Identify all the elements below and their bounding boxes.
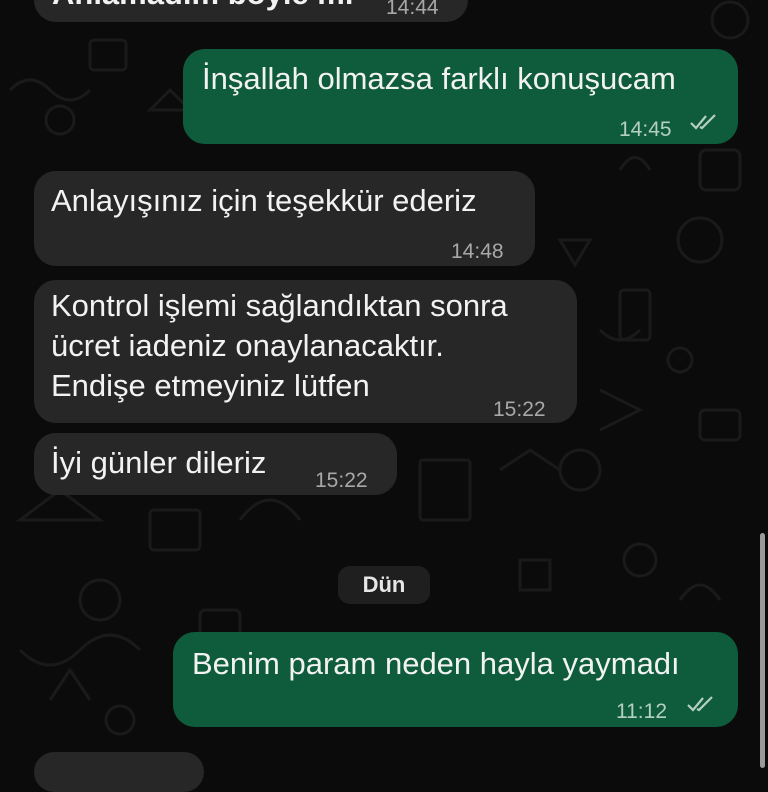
message-time: 14:45 [619, 118, 672, 141]
message-text: İnşallah olmazsa farklı konuşucam [202, 61, 676, 96]
message-bubble-incoming[interactable]: Anlayışınız için teşekkür ederiz 14:48 [34, 171, 535, 266]
double-check-icon [687, 696, 713, 712]
message-text-line-2: ücret iadeniz onaylanacaktır. [51, 328, 444, 363]
message-time: 11:12 [616, 700, 667, 723]
date-separator-label: Dün [362, 572, 406, 597]
message-time: 14:44 [386, 0, 439, 19]
message-bubble-incoming[interactable]: Kontrol işlemi sağlandıktan sonra ücret … [34, 280, 577, 423]
scrollbar[interactable] [760, 533, 765, 768]
message-time: 15:22 [315, 469, 368, 492]
message-bubble-incoming[interactable]: Anlamadım boyle mi 14:44 [34, 0, 468, 22]
message-text: Anlamadım boyle mi [52, 0, 353, 14]
date-separator: Dün [338, 566, 430, 604]
message-bubble-incoming[interactable]: İyi günler dileriz 15:22 [34, 433, 397, 495]
message-bubble-outgoing[interactable]: Benim param neden hayla yaymadı 11:12 [173, 632, 738, 727]
message-text: Benim param neden hayla yaymadı [192, 646, 680, 681]
message-time: 14:48 [451, 240, 504, 263]
message-text: İyi günler dileriz [51, 445, 267, 480]
message-text: Anlayışınız için teşekkür ederiz [51, 183, 477, 218]
double-check-icon [690, 114, 716, 130]
message-bubble-outgoing[interactable]: İnşallah olmazsa farklı konuşucam 14:45 [183, 49, 738, 144]
message-text-line-3: Endişe etmeyiniz lütfen [51, 368, 370, 403]
message-time: 15:22 [493, 398, 546, 421]
message-text-line-1: Kontrol işlemi sağlandıktan sonra [51, 288, 508, 323]
message-bubble-incoming-partial[interactable] [34, 752, 204, 792]
